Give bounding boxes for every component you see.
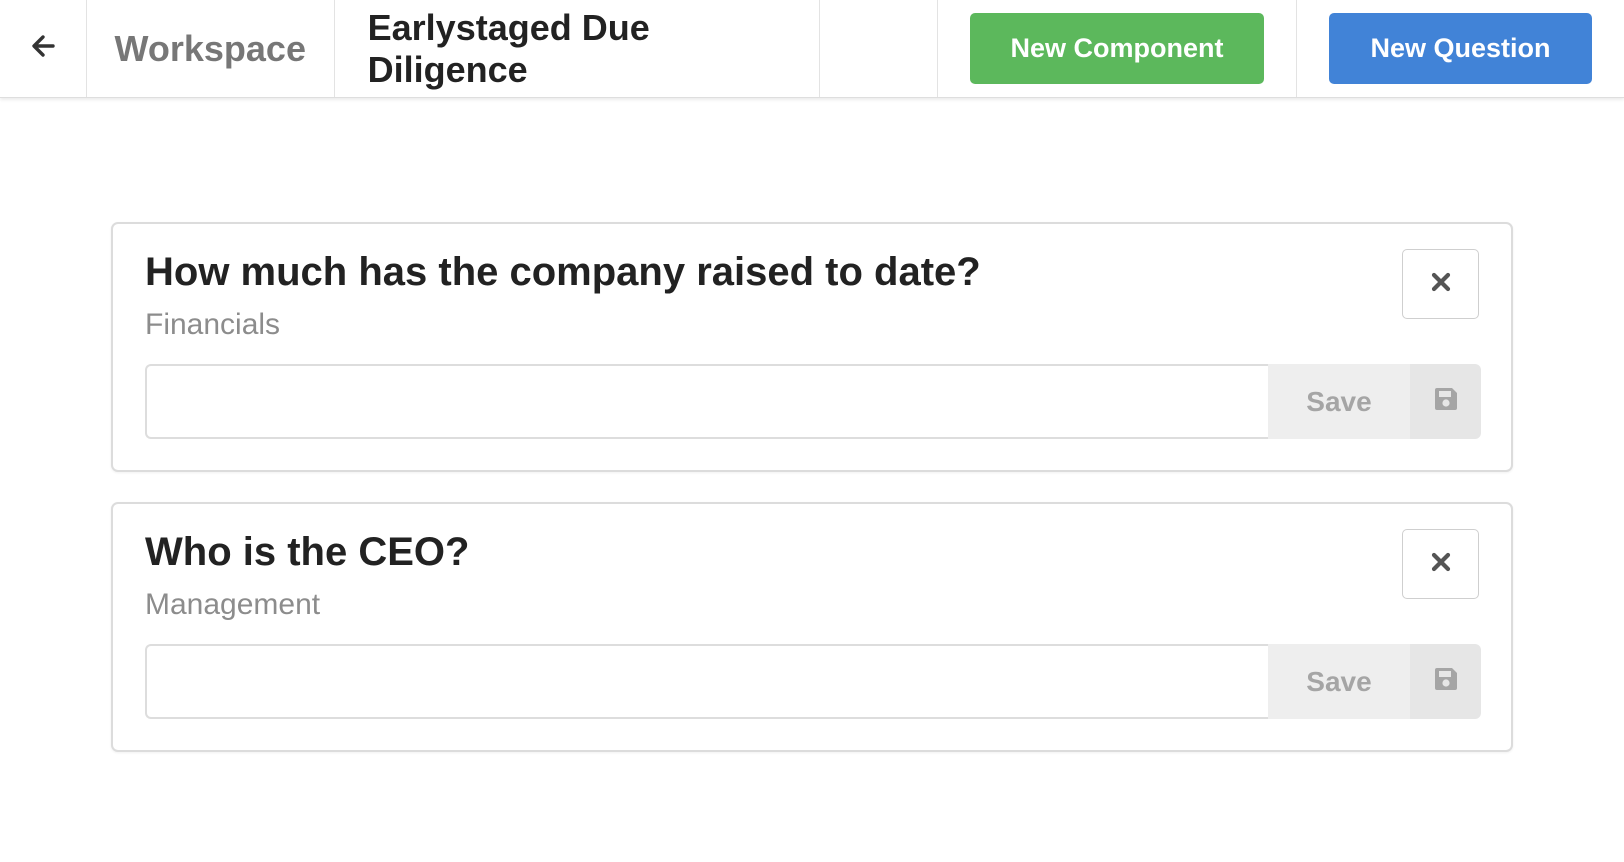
arrow-left-icon: [29, 32, 57, 65]
save-icon-button[interactable]: [1410, 644, 1481, 719]
floppy-disk-icon: [1433, 386, 1459, 417]
new-component-cell: New Component: [938, 0, 1297, 97]
new-question-cell: New Question: [1297, 0, 1624, 97]
back-button[interactable]: [0, 0, 87, 97]
save-button[interactable]: Save: [1268, 644, 1410, 719]
top-bar: Workspace Earlystaged Due Diligence New …: [0, 0, 1624, 98]
new-question-button[interactable]: New Question: [1329, 13, 1592, 84]
floppy-disk-icon: [1433, 666, 1459, 697]
question-category: Financials: [145, 308, 281, 341]
close-icon: [1430, 271, 1452, 298]
answer-row: Save: [145, 364, 1481, 439]
question-title: How much has the company raised to date?: [145, 250, 981, 294]
workspace-link[interactable]: Workspace: [87, 0, 335, 97]
question-card: Who is the CEO? Management Save: [111, 502, 1513, 752]
answer-input[interactable]: [145, 364, 1268, 439]
answer-row: Save: [145, 644, 1481, 719]
save-button[interactable]: Save: [1268, 364, 1410, 439]
new-component-button[interactable]: New Component: [970, 13, 1264, 84]
question-category: Management: [145, 588, 321, 621]
topbar-spacer: [820, 0, 938, 97]
page-title: Earlystaged Due Diligence: [335, 0, 821, 97]
delete-question-button[interactable]: [1402, 529, 1479, 599]
question-card: How much has the company raised to date?…: [111, 222, 1513, 472]
save-icon-button[interactable]: [1410, 364, 1481, 439]
answer-input[interactable]: [145, 644, 1268, 719]
close-icon: [1430, 551, 1452, 578]
delete-question-button[interactable]: [1402, 249, 1479, 319]
question-title: Who is the CEO?: [145, 530, 470, 574]
